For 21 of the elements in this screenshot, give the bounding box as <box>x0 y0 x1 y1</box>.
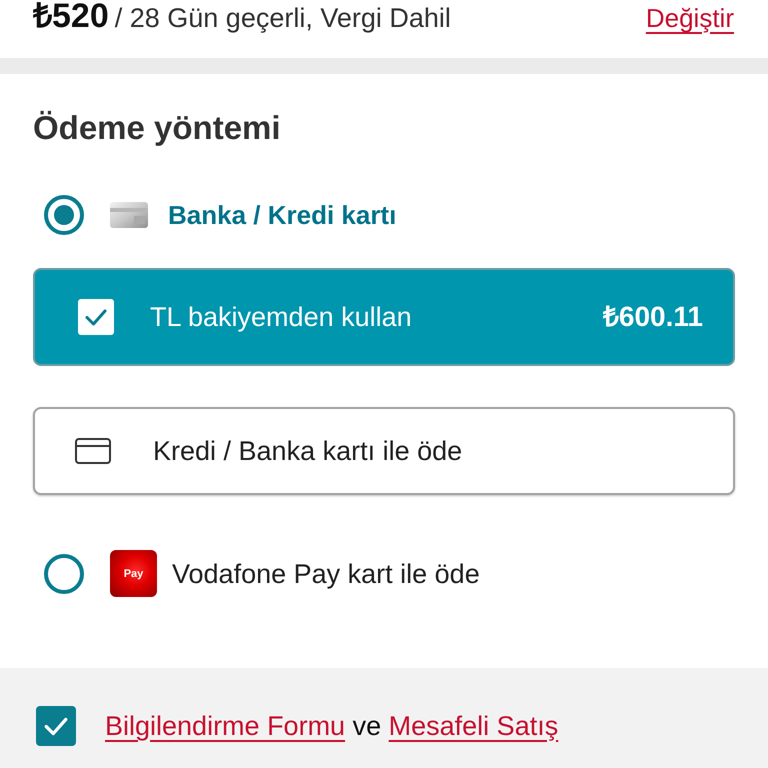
radio-button[interactable] <box>44 554 84 594</box>
payment-method-label: Banka / Kredi kartı <box>168 199 396 231</box>
section-title: Ödeme yöntemi <box>33 108 282 148</box>
credit-card-icon <box>75 438 111 464</box>
card-payment-option[interactable]: Kredi / Banka kartı ile öde <box>33 407 735 495</box>
payment-method-label: Vodafone Pay kart ile öde <box>172 558 480 590</box>
card-payment-label: Kredi / Banka kartı ile öde <box>153 435 462 467</box>
balance-amount: ₺600.11 <box>602 301 703 333</box>
agreement-text: Bilgilendirme Formu ve Mesafeli Satış <box>105 710 558 743</box>
checkbox[interactable] <box>36 706 76 746</box>
agreement-link[interactable]: Mesafeli Satış <box>388 711 558 741</box>
balance-option[interactable]: TL bakiyemden kullan ₺600.11 <box>33 268 735 366</box>
pay-logo: Pay <box>110 550 157 597</box>
price-text: ₺520 <box>33 0 109 34</box>
balance-label: TL bakiyemden kullan <box>150 301 412 333</box>
agreement-link[interactable]: Bilgilendirme Formu <box>105 711 346 741</box>
plan-details-text: / 28 Gün geçerli, Vergi Dahil <box>114 2 451 35</box>
radio-button[interactable] <box>44 195 84 235</box>
change-link[interactable]: Değiştir <box>646 3 734 33</box>
card-icon <box>110 202 148 228</box>
checkbox[interactable] <box>78 299 114 335</box>
